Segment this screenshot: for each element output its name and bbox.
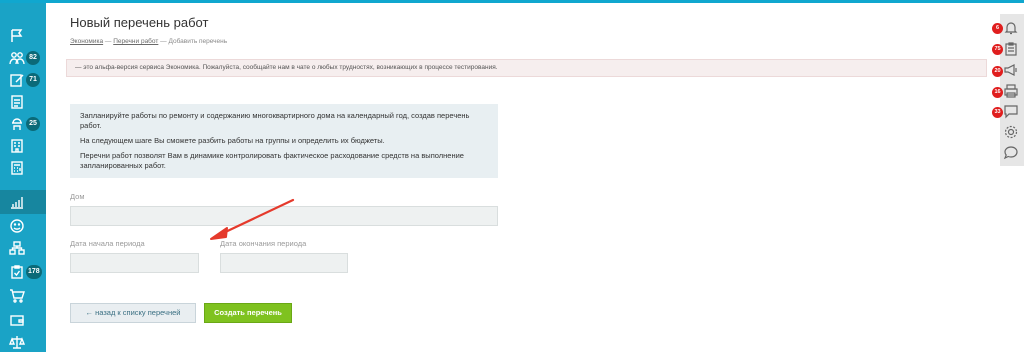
notification-badge: 75 — [992, 44, 1003, 55]
sidebar-badge: 82 — [26, 51, 40, 65]
notification-badge: 6 — [992, 23, 1003, 34]
end-date-input[interactable] — [220, 253, 348, 273]
gear-icon[interactable] — [1003, 124, 1019, 140]
start-date-label: Дата начала периода — [70, 239, 145, 248]
sidebar-badge: 178 — [26, 265, 42, 279]
team-icon — [9, 50, 25, 66]
cart-icon — [9, 288, 25, 304]
sidebar-item-tasks[interactable]: 178 — [0, 262, 46, 284]
building-icon — [9, 138, 25, 154]
message-icon[interactable] — [1003, 103, 1019, 119]
sidebar-item-calculator[interactable] — [0, 158, 46, 180]
breadcrumb-separator: — — [103, 38, 114, 45]
notification-badge: 16 — [992, 87, 1003, 98]
breadcrumb-separator: — — [158, 38, 169, 45]
info-box: Запланируйте работы по ремонту и содержа… — [70, 104, 498, 178]
sidebar: 82 71 25 178 — [0, 3, 46, 352]
create-list-button[interactable]: Создать перечень — [204, 303, 292, 323]
sidebar-item-worker[interactable]: 25 — [0, 114, 46, 136]
bell-icon[interactable] — [1003, 20, 1019, 36]
chat-icon[interactable] — [1003, 145, 1019, 161]
documents-icon — [9, 94, 25, 110]
sidebar-badge: 25 — [26, 117, 40, 131]
sidebar-item-documents[interactable] — [0, 92, 46, 114]
megaphone-icon[interactable] — [1003, 62, 1019, 78]
breadcrumb-link-economics[interactable]: Экономика — [70, 38, 103, 45]
analytics-icon — [9, 194, 25, 210]
sidebar-badge: 71 — [26, 73, 40, 87]
sidebar-item-structure[interactable] — [0, 238, 46, 260]
breadcrumb-current: Добавить перечень — [168, 38, 228, 45]
scales-icon — [9, 334, 25, 350]
info-paragraph: Запланируйте работы по ремонту и содержа… — [80, 111, 470, 130]
calculator-icon — [9, 160, 25, 176]
sidebar-item-wallet[interactable] — [0, 310, 46, 332]
sidebar-item-team[interactable]: 82 — [0, 48, 46, 70]
page-title: Новый перечень работ — [70, 15, 209, 30]
start-date-input[interactable] — [70, 253, 199, 273]
smiley-icon — [9, 218, 25, 234]
top-accent-bar — [0, 0, 1024, 3]
info-paragraph: Перечни работ позволят Вам в динамике ко… — [80, 151, 464, 170]
house-label: Дом — [70, 192, 85, 201]
worker-icon — [9, 116, 25, 132]
printer-icon[interactable] — [1003, 83, 1019, 99]
breadcrumb: Экономика — Перечни работ — Добавить пер… — [70, 38, 227, 45]
notification-badge: 33 — [992, 107, 1003, 118]
back-to-list-button[interactable]: ← назад к списку перечней — [70, 303, 196, 323]
sidebar-item-edit[interactable]: 71 — [0, 70, 46, 92]
sidebar-item-cart[interactable] — [0, 286, 46, 308]
sidebar-item-scales[interactable] — [0, 332, 46, 354]
sidebar-item-building[interactable] — [0, 136, 46, 158]
breadcrumb-link-work-lists[interactable]: Перечни работ — [113, 38, 158, 45]
notification-badge: 20 — [992, 66, 1003, 77]
clipboard-icon[interactable] — [1003, 41, 1019, 57]
structure-icon — [9, 240, 25, 256]
sidebar-item-smiley[interactable] — [0, 216, 46, 238]
edit-icon — [9, 72, 25, 88]
clipboard-check-icon — [9, 264, 25, 280]
info-paragraph: На следующем шаге Вы сможете разбить раб… — [80, 136, 385, 145]
alpha-warning-banner: — это альфа-версия сервиса Экономика. По… — [66, 59, 987, 77]
sidebar-item-flag[interactable] — [0, 26, 46, 48]
sidebar-item-analytics[interactable] — [0, 190, 46, 214]
flag-icon — [9, 28, 25, 44]
annotation-arrow — [210, 198, 295, 240]
wallet-icon — [9, 312, 25, 328]
